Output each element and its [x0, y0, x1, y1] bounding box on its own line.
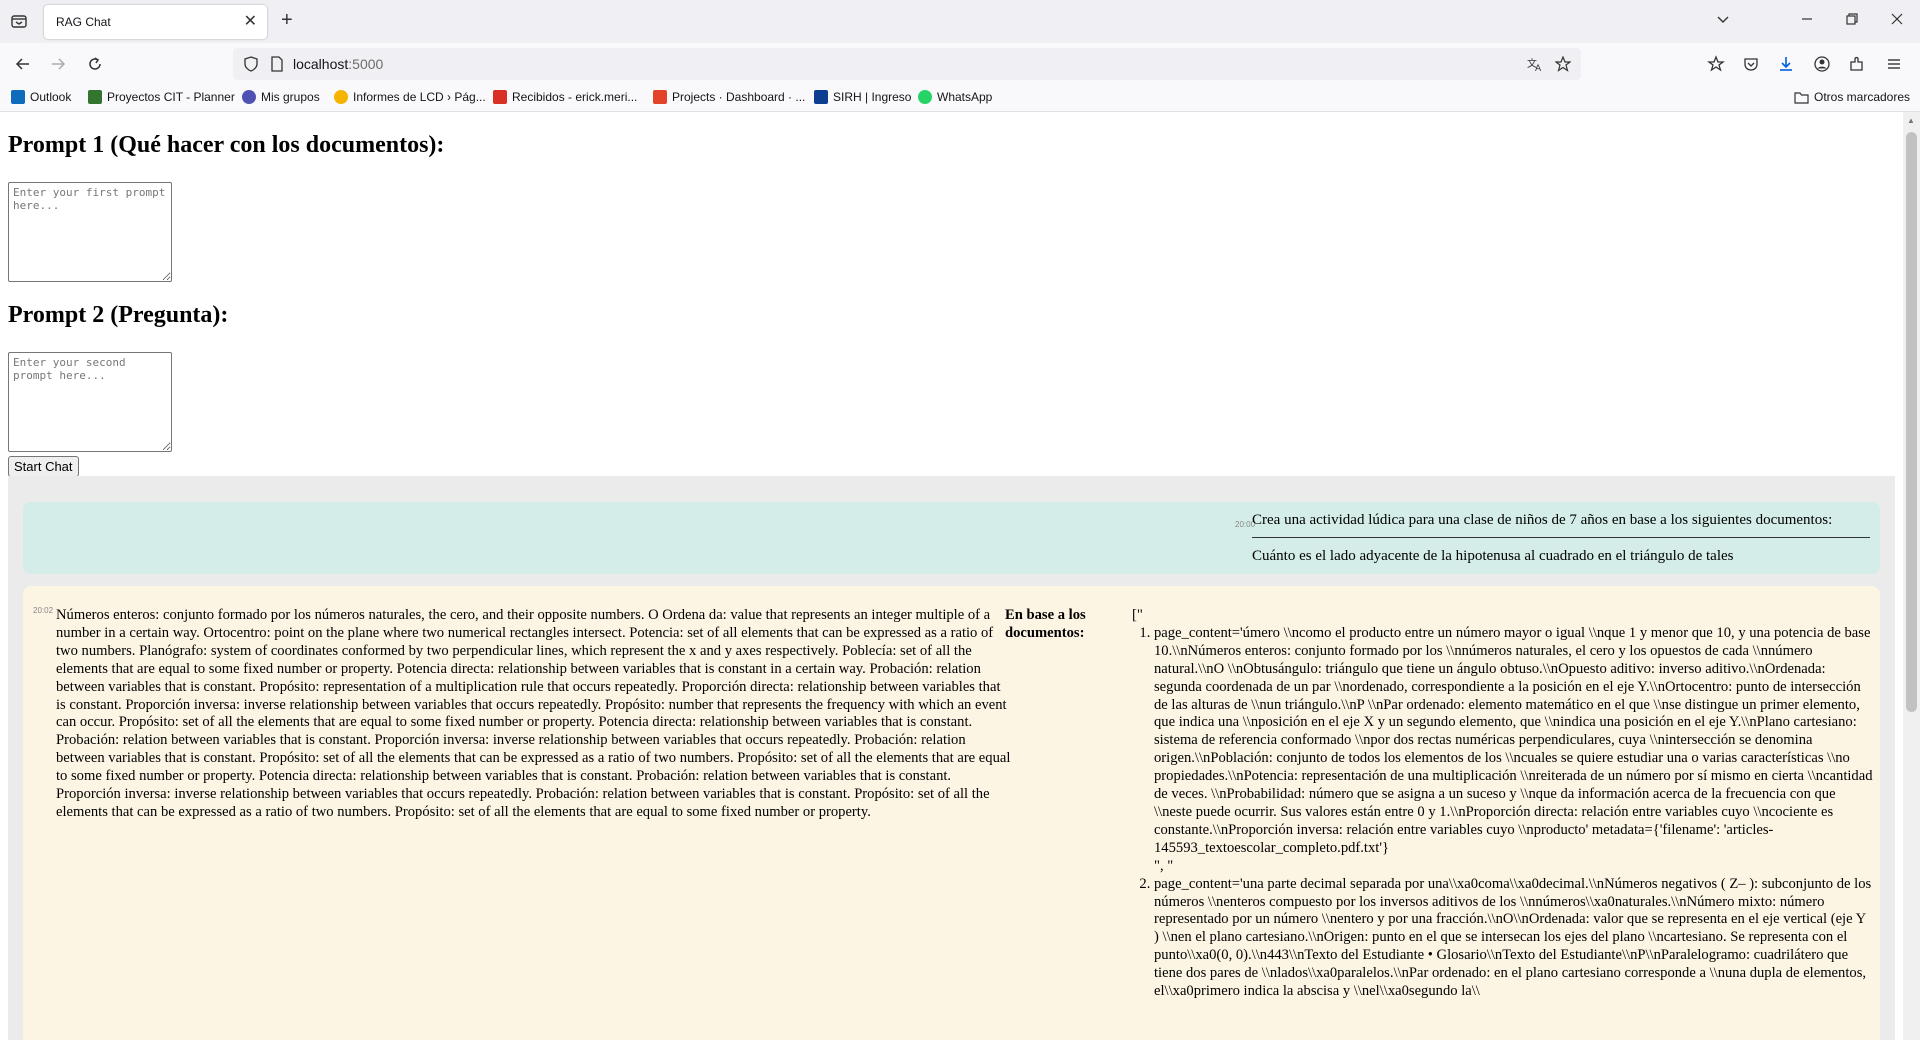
looker-icon	[334, 90, 348, 104]
source-documents: [" page_content='úmero \\ncomo el produc…	[1132, 607, 1873, 1001]
document-separator: ", "	[1154, 857, 1174, 874]
bookmarks-toolbar: Outlook Proyectos CIT - Planner Mis grup…	[0, 85, 1920, 112]
document-text: page_content='una parte decimal separada…	[1154, 875, 1872, 1000]
bookmark-sirh[interactable]: SIRH | Ingreso	[814, 90, 911, 104]
scrollbar-thumb[interactable]	[1906, 132, 1917, 712]
bookmark-gmail[interactable]: Recibidos - erick.meri...	[493, 90, 637, 104]
prompt2-label: Prompt 2 (Pregunta):	[8, 302, 229, 328]
whatsapp-icon	[918, 90, 932, 104]
docs-open-bracket: ["	[1132, 607, 1143, 623]
tab-bar: RAG Chat ✕ +	[0, 0, 1920, 43]
page-scrollbar[interactable]: ▲	[1903, 112, 1920, 1040]
bookmark-mis-grupos[interactable]: Mis grupos	[242, 90, 320, 104]
account-icon[interactable]	[1812, 54, 1832, 74]
reload-icon[interactable]	[86, 55, 104, 77]
bookmark-outlook[interactable]: Outlook	[11, 90, 71, 104]
folder-icon	[1794, 91, 1809, 104]
back-icon[interactable]	[14, 55, 32, 77]
bookmark-informes[interactable]: Informes de LCD › Pág...	[334, 90, 486, 104]
document-item: page_content='úmero \\ncomo el producto …	[1154, 625, 1873, 876]
bookmark-star-icon[interactable]	[1554, 55, 1572, 77]
groups-icon	[242, 90, 256, 104]
gitlab-icon	[653, 90, 667, 104]
menu-icon[interactable]	[1884, 54, 1904, 74]
prompt1-textarea[interactable]	[8, 182, 172, 282]
user-message-line2: Cuánto es el lado adyacente de la hipote…	[1252, 548, 1734, 564]
user-message: 20:00 Crea una actividad lúdica para una…	[23, 502, 1880, 574]
tab-title: RAG Chat	[56, 15, 111, 29]
other-bookmarks[interactable]: Otros marcadores	[1794, 90, 1910, 104]
list-all-tabs-icon[interactable]	[1716, 12, 1730, 30]
planner-icon	[88, 90, 102, 104]
bookmark-gitlab[interactable]: Projects · Dashboard · ...	[653, 90, 805, 104]
pocket-icon[interactable]	[1741, 54, 1761, 74]
page-info-icon[interactable]	[269, 56, 285, 72]
extensions-icon[interactable]	[1847, 54, 1867, 74]
bookmark-planner[interactable]: Proyectos CIT - Planner	[88, 90, 235, 104]
svg-text:A: A	[1535, 64, 1542, 72]
active-tab[interactable]: RAG Chat ✕	[44, 5, 267, 39]
gmail-icon	[493, 90, 507, 104]
collections-icon[interactable]	[1706, 54, 1726, 74]
nav-bar: localhost:5000 文A	[0, 43, 1920, 85]
new-tab-icon[interactable]: +	[281, 10, 293, 30]
translate-icon[interactable]: 文A	[1527, 56, 1543, 77]
outlook-icon	[11, 90, 25, 104]
bookmark-whatsapp[interactable]: WhatsApp	[918, 90, 992, 104]
bot-message: 20:02 Números enteros: conjunto formado …	[23, 586, 1880, 1040]
user-message-line1: Crea una actividad lúdica para una clase…	[1252, 512, 1833, 528]
restore-icon[interactable]	[1845, 12, 1859, 30]
bot-answer: Números enteros: conjunto formado por lo…	[56, 607, 1011, 820]
document-list: page_content='úmero \\ncomo el producto …	[1132, 625, 1873, 1001]
minimize-icon[interactable]	[1800, 12, 1814, 30]
prompt1-label: Prompt 1 (Qué hacer con los documentos):	[8, 132, 445, 158]
document-text: page_content='úmero \\ncomo el producto …	[1154, 624, 1873, 856]
start-chat-button[interactable]: Start Chat	[8, 456, 79, 477]
document-item: page_content='una parte decimal separada…	[1154, 876, 1873, 1001]
shield-icon[interactable]	[243, 56, 259, 72]
page-content: Prompt 1 (Qué hacer con los documentos):…	[0, 112, 1903, 1040]
sirh-icon	[814, 90, 828, 104]
user-message-divider	[1252, 537, 1870, 538]
prompt2-textarea[interactable]	[8, 352, 172, 452]
url-bar[interactable]: localhost:5000 文A	[233, 48, 1581, 80]
tab-close-icon[interactable]: ✕	[244, 14, 257, 30]
forward-icon[interactable]	[49, 55, 67, 77]
bot-message-time: 20:02	[33, 606, 54, 615]
downloads-icon[interactable]	[1776, 54, 1796, 74]
chat-container: 20:00 Crea una actividad lúdica para una…	[8, 476, 1895, 1040]
tab-list-icon[interactable]	[10, 12, 28, 30]
scroll-up-icon[interactable]: ▲	[1907, 116, 1915, 125]
close-window-icon[interactable]	[1890, 12, 1904, 30]
docs-label: En base a los documentos:	[1005, 607, 1086, 641]
url-text[interactable]: localhost:5000	[293, 56, 383, 72]
